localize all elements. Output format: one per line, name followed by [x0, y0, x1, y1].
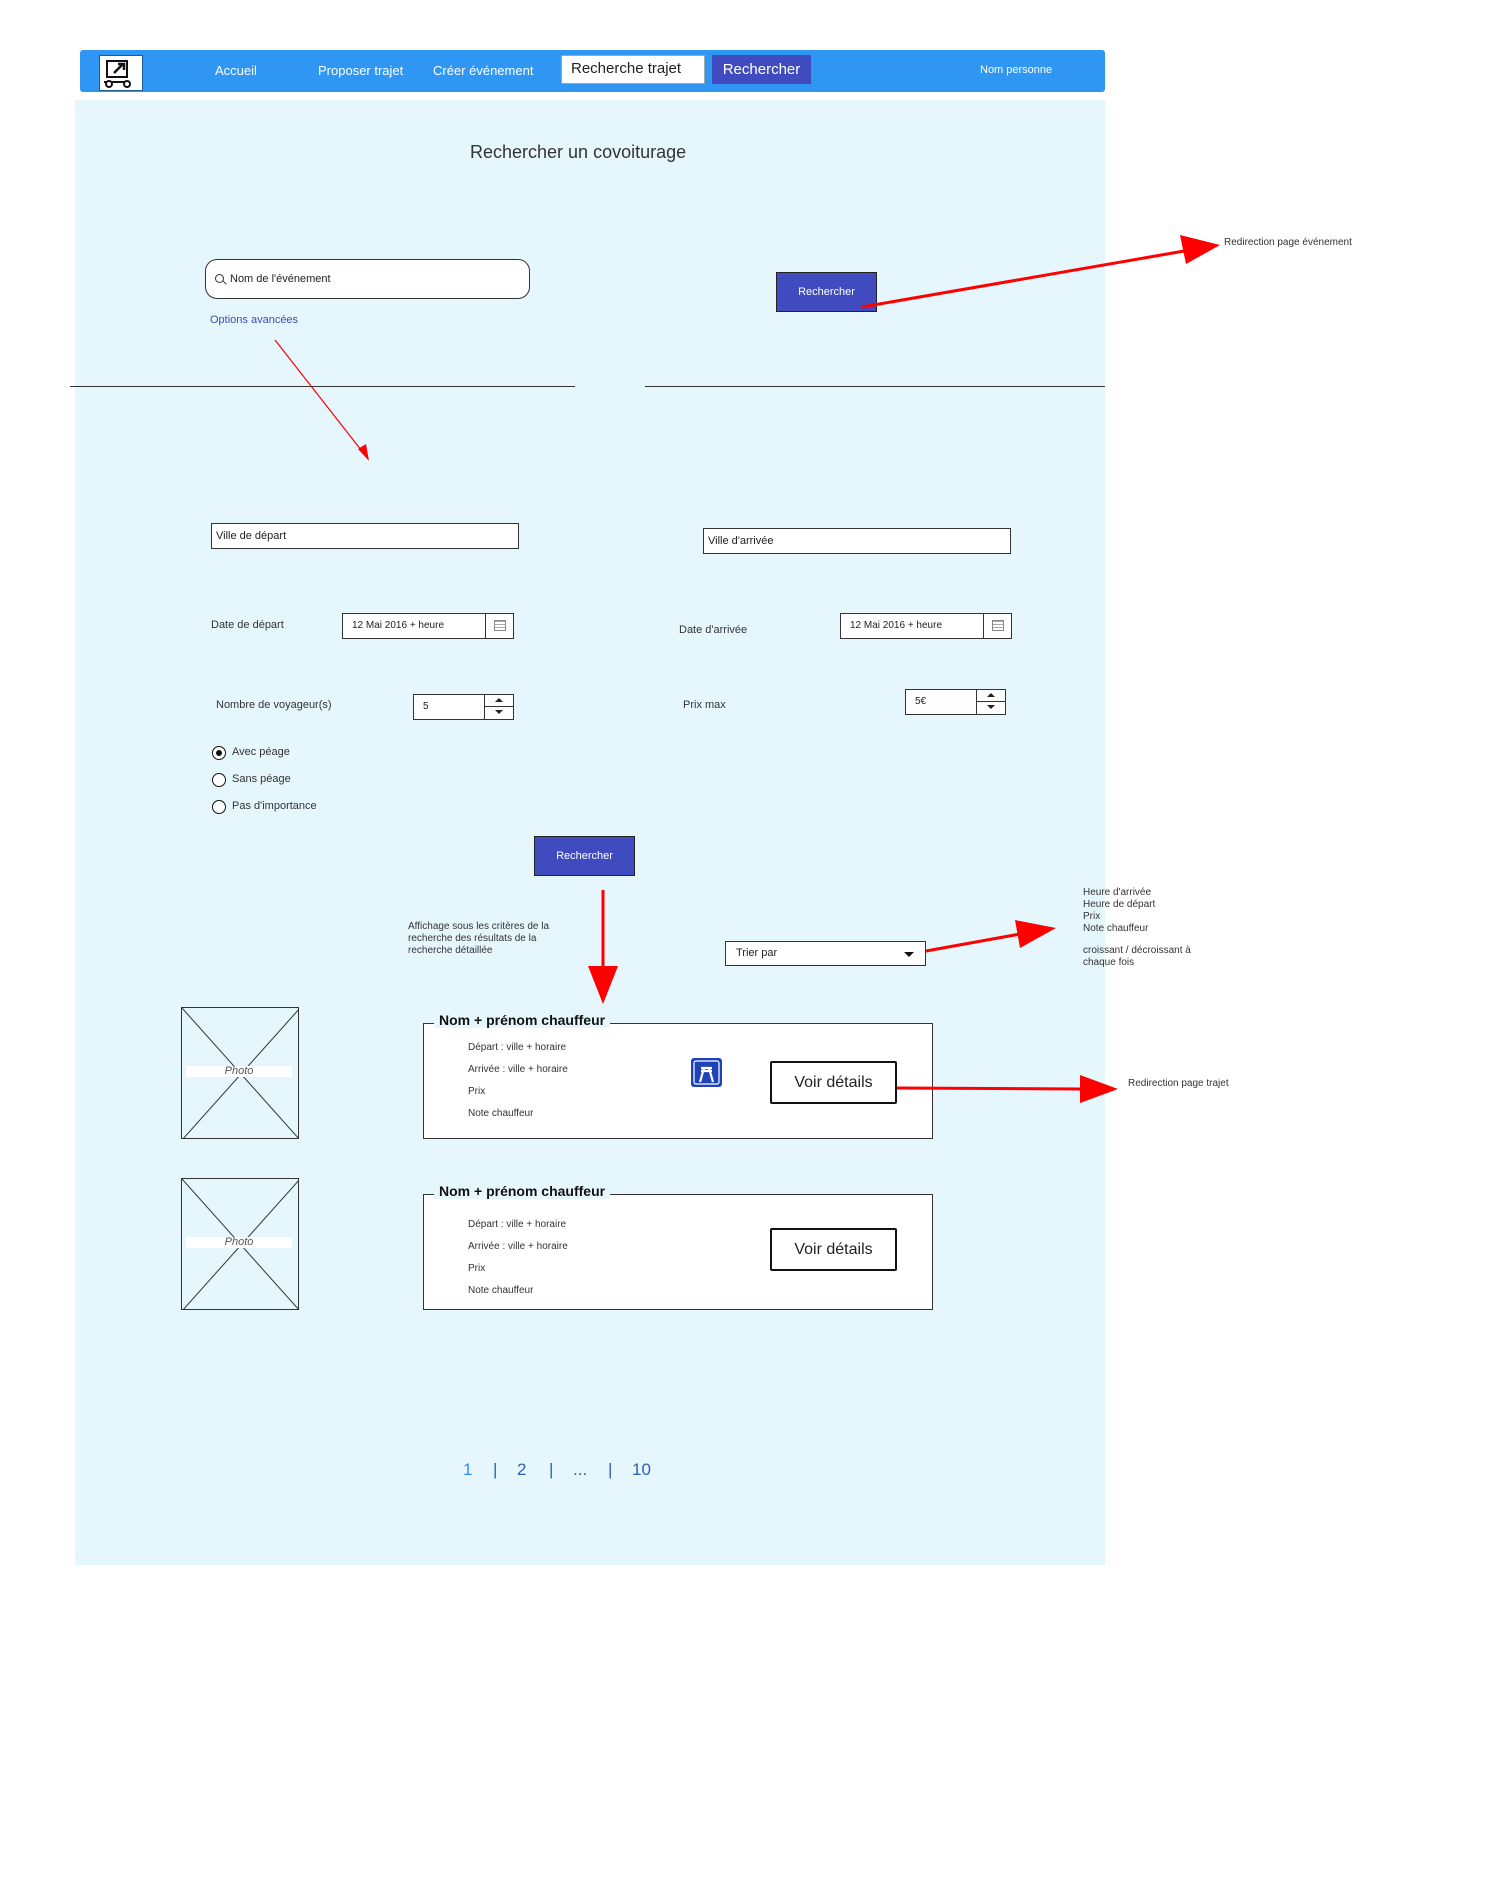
arrow-to-sort-options [925, 920, 1056, 953]
arrow-to-results [588, 890, 618, 1004]
arrow-to-event-redirect [861, 235, 1220, 309]
annotation-arrows [274, 235, 1220, 1103]
arrow-advanced-options [274, 339, 369, 461]
arrow-to-trip-redirect [896, 1075, 1118, 1103]
